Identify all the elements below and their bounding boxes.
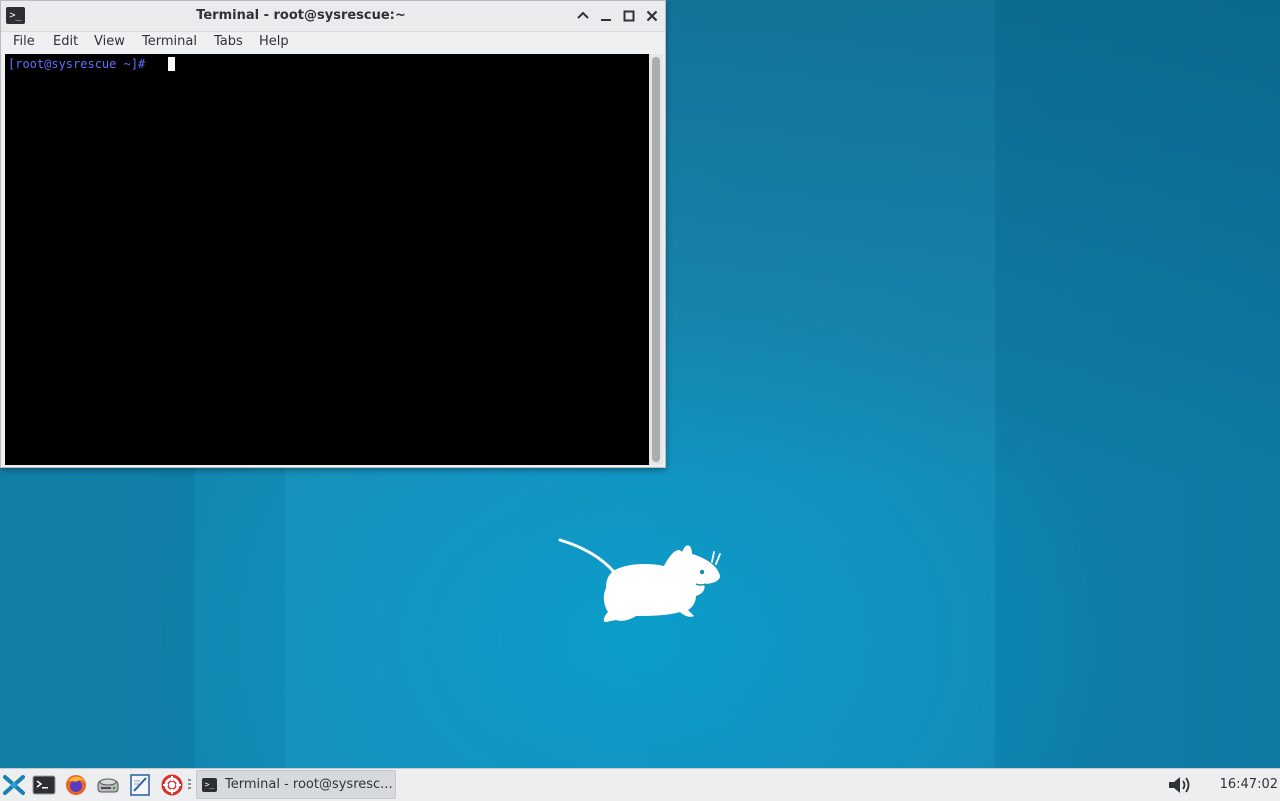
menu-file[interactable]: File <box>11 32 37 52</box>
menu-help[interactable]: Help <box>257 32 291 52</box>
text-cursor <box>168 57 175 71</box>
taskbar-terminal-button[interactable]: >_ Terminal - root@sysresc... <box>196 770 396 799</box>
terminal-area[interactable]: [root@sysrescue ~]# <box>5 54 649 465</box>
xfce-menu-icon[interactable] <box>2 773 26 797</box>
clock[interactable]: 16:47:02 <box>1220 769 1278 800</box>
text-editor-icon[interactable] <box>128 773 152 797</box>
menu-tabs[interactable]: Tabs <box>212 32 245 52</box>
taskbar-terminal-icon: >_ <box>202 778 217 792</box>
minimize-window-icon[interactable] <box>597 7 615 25</box>
firefox-icon[interactable] <box>64 773 88 797</box>
volume-icon[interactable] <box>1166 774 1192 796</box>
menu-edit[interactable]: Edit <box>51 32 80 52</box>
window-titlebar[interactable]: >_ Terminal - root@sysrescue:~ <box>1 1 665 32</box>
taskbar: >_ Terminal - root@sysresc... 16:47:02 <box>0 768 1280 801</box>
window-title: Terminal - root@sysrescue:~ <box>196 8 406 23</box>
xfce-mouse-logo <box>558 538 721 622</box>
menu-bar: File Edit View Terminal Tabs Help <box>1 32 665 54</box>
launcher-separator-handle[interactable] <box>188 779 191 791</box>
scrollbar-thumb[interactable] <box>652 57 660 462</box>
taskbar-task-label: Terminal - root@sysresc... <box>225 777 393 792</box>
terminal-window[interactable]: >_ Terminal - root@sysrescue:~ File Edit… <box>0 0 666 468</box>
shade-window-icon[interactable] <box>574 7 592 25</box>
disk-icon[interactable] <box>96 773 120 797</box>
maximize-window-icon[interactable] <box>620 7 638 25</box>
terminal-scrollbar[interactable] <box>649 54 663 465</box>
menu-view[interactable]: View <box>92 32 127 52</box>
help-lifebuoy-icon[interactable] <box>160 773 184 797</box>
terminal-icon[interactable] <box>32 773 56 797</box>
close-window-icon[interactable] <box>643 7 661 25</box>
menu-terminal[interactable]: Terminal <box>140 32 199 52</box>
shell-prompt: [root@sysrescue ~]# <box>8 57 146 71</box>
